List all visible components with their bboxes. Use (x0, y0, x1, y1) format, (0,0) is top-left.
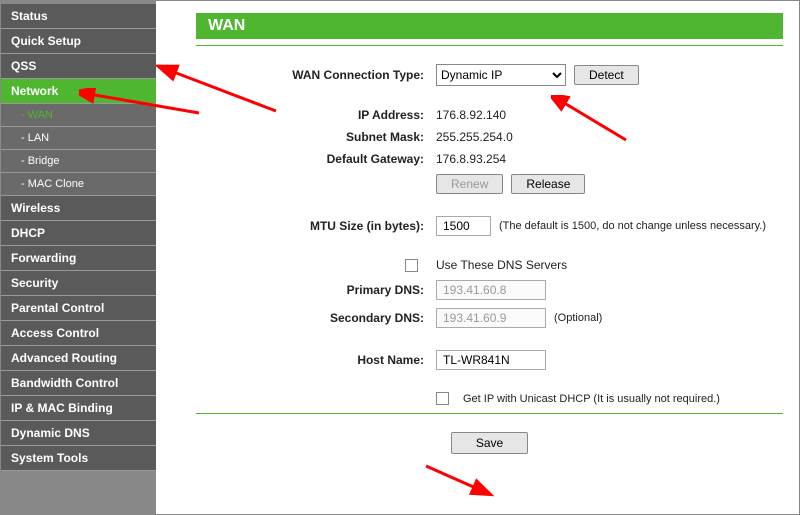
nav-item--lan[interactable]: - LAN (1, 127, 156, 150)
nav-item-wireless[interactable]: Wireless (1, 196, 156, 221)
secondary-dns-input[interactable] (436, 308, 546, 328)
mtu-input[interactable] (436, 216, 491, 236)
use-dns-label: Use These DNS Servers (436, 258, 567, 272)
mtu-note: (The default is 1500, do not change unle… (499, 220, 766, 232)
nav-item-parental-control[interactable]: Parental Control (1, 296, 156, 321)
ip-address-value: 176.8.92.140 (436, 108, 506, 122)
primary-dns-input[interactable] (436, 280, 546, 300)
detect-button[interactable]: Detect (574, 65, 639, 85)
divider (196, 413, 783, 414)
host-name-label: Host Name: (196, 353, 436, 367)
sidebar: StatusQuick SetupQSSNetwork- WAN- LAN- B… (1, 1, 156, 514)
nav-item-forwarding[interactable]: Forwarding (1, 246, 156, 271)
mtu-label: MTU Size (in bytes): (196, 219, 436, 233)
nav-item--mac-clone[interactable]: - MAC Clone (1, 173, 156, 196)
content-area: WAN WAN Connection Type: Dynamic IP Dete… (156, 1, 799, 514)
nav-item-quick-setup[interactable]: Quick Setup (1, 29, 156, 54)
nav-item-dynamic-dns[interactable]: Dynamic DNS (1, 421, 156, 446)
nav-item-advanced-routing[interactable]: Advanced Routing (1, 346, 156, 371)
nav-item-system-tools[interactable]: System Tools (1, 446, 156, 471)
unicast-checkbox[interactable] (436, 392, 449, 405)
wan-conn-type-select[interactable]: Dynamic IP (436, 64, 566, 86)
subnet-mask-value: 255.255.254.0 (436, 130, 513, 144)
nav-item-network[interactable]: Network (1, 79, 156, 104)
release-button[interactable]: Release (511, 174, 585, 194)
renew-button[interactable]: Renew (436, 174, 503, 194)
primary-dns-label: Primary DNS: (196, 283, 436, 297)
nav-item--wan[interactable]: - WAN (1, 104, 156, 127)
unicast-label: Get IP with Unicast DHCP (It is usually … (463, 393, 720, 405)
save-button[interactable]: Save (451, 432, 528, 454)
nav-item-access-control[interactable]: Access Control (1, 321, 156, 346)
nav-item-qss[interactable]: QSS (1, 54, 156, 79)
nav-item-bandwidth-control[interactable]: Bandwidth Control (1, 371, 156, 396)
ip-address-label: IP Address: (196, 108, 436, 122)
divider (196, 45, 783, 46)
nav-item--bridge[interactable]: - Bridge (1, 150, 156, 173)
host-name-input[interactable] (436, 350, 546, 370)
nav-item-dhcp[interactable]: DHCP (1, 221, 156, 246)
wan-conn-type-label: WAN Connection Type: (196, 68, 436, 82)
optional-note: (Optional) (554, 312, 602, 324)
subnet-mask-label: Subnet Mask: (196, 130, 436, 144)
default-gateway-value: 176.8.93.254 (436, 152, 506, 166)
use-dns-checkbox[interactable] (405, 259, 418, 272)
page-title: WAN (196, 13, 783, 39)
secondary-dns-label: Secondary DNS: (196, 311, 436, 325)
nav-item-status[interactable]: Status (1, 4, 156, 29)
nav-item-security[interactable]: Security (1, 271, 156, 296)
nav-item-ip-mac-binding[interactable]: IP & MAC Binding (1, 396, 156, 421)
default-gateway-label: Default Gateway: (196, 152, 436, 166)
